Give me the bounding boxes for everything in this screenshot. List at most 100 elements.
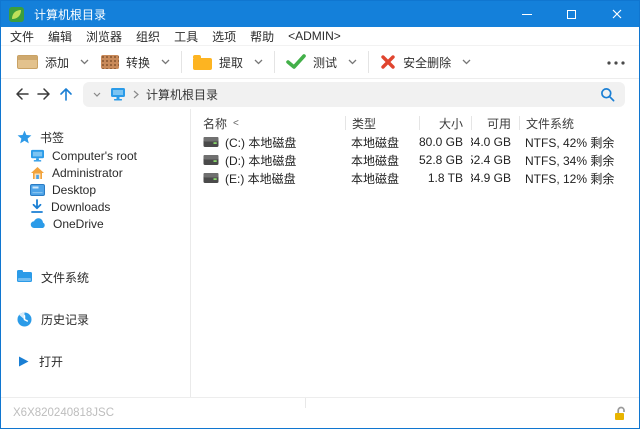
search-icon [600,87,615,102]
convert-box-icon [101,55,119,69]
minimize-icon [522,14,532,15]
add-button[interactable]: 添加 [11,49,95,75]
toolbar: 添加 转换 提取 测试 安全删除 [1,46,639,79]
chevron-down-icon[interactable] [348,59,357,65]
sidebar-item-history[interactable]: 历史记录 [1,310,190,328]
minimize-button[interactable] [504,1,549,27]
sidebar-item-desktop[interactable]: Desktop [1,181,190,198]
convert-button[interactable]: 转换 [95,49,176,75]
menu-bar: 文件 编辑 浏览器 组织 工具 选项 帮助 <ADMIN> [1,27,639,46]
chevron-down-icon[interactable] [80,59,89,65]
breadcrumb-path[interactable]: 计算机根目录 [146,86,218,103]
drive-size: 80.0 GB [419,135,471,149]
window-controls [504,1,639,27]
column-header-filesystem[interactable]: 文件系统 [519,116,639,130]
menu-organize[interactable]: 组织 [136,28,160,45]
star-icon [17,130,32,145]
chevron-down-icon[interactable] [93,92,101,97]
drive-type: 本地磁盘 [345,134,419,151]
add-button-label: 添加 [45,54,69,71]
drive-free: 34.0 GB [471,135,519,149]
drive-filesystem: NTFS, 42% 剩余 [519,134,639,151]
sidebar-item-label: OneDrive [53,217,104,231]
search-button[interactable] [600,87,615,102]
sidebar-item-downloads[interactable]: Downloads [1,198,190,215]
sidebar-bookmarks-label: 书签 [40,129,64,146]
blue-folder-icon [17,272,32,282]
sort-indicator-icon: < [233,118,239,129]
history-clock-icon [17,312,32,327]
back-button[interactable] [11,82,33,106]
sidebar-bookmarks-header[interactable]: 书签 [1,127,190,147]
status-text: X6X820240818JSC [13,407,114,419]
chevron-down-icon[interactable] [161,59,170,65]
up-button[interactable] [55,82,77,106]
drive-free: 52.4 GB [471,153,519,167]
table-row-drive-e[interactable]: (E:) 本地磁盘 本地磁盘 1.8 TB 234.9 GB NTFS, 12%… [197,169,639,187]
drive-name: (E:) 本地磁盘 [225,170,296,187]
download-icon [30,199,44,214]
arrow-right-icon [36,87,52,101]
menu-edit[interactable]: 编辑 [48,28,72,45]
secure-delete-button-label: 安全删除 [403,54,451,71]
archive-add-icon [17,55,38,69]
sidebar: 书签 Computer's root Administrator Desktop [1,109,191,397]
status-bar: X6X820240818JSC [1,397,639,428]
chevron-down-icon[interactable] [462,59,471,65]
monitor-icon [30,149,45,162]
table-row-drive-c[interactable]: (C:) 本地磁盘 本地磁盘 80.0 GB 34.0 GB NTFS, 42%… [197,133,639,151]
main-area: 书签 Computer's root Administrator Desktop [1,109,639,397]
menu-options[interactable]: 选项 [212,28,236,45]
column-header-size[interactable]: 大小 [419,116,471,130]
sidebar-item-label: Desktop [52,183,96,197]
extract-button[interactable]: 提取 [187,49,269,75]
sidebar-item-computers-root[interactable]: Computer's root [1,147,190,164]
drive-filesystem: NTFS, 34% 剩余 [519,152,639,169]
convert-button-label: 转换 [126,54,150,71]
close-button[interactable] [594,1,639,27]
chevron-down-icon[interactable] [254,59,263,65]
menu-tools[interactable]: 工具 [174,28,198,45]
menu-admin-indicator: <ADMIN> [288,29,341,43]
test-button-label: 测试 [313,54,337,71]
drive-filesystem: NTFS, 12% 剩余 [519,170,639,187]
sidebar-item-label: 文件系统 [41,269,89,286]
sidebar-item-filesystem[interactable]: 文件系统 [1,268,190,286]
column-header-type[interactable]: 类型 [345,116,419,130]
extract-folder-icon [193,55,212,70]
drive-name: (C:) 本地磁盘 [225,134,296,151]
toolbar-separator [368,51,369,73]
sidebar-item-label: Downloads [51,200,110,214]
play-icon [17,355,30,368]
column-header-free[interactable]: 可用 [471,116,519,130]
menu-file[interactable]: 文件 [10,28,34,45]
breadcrumb[interactable]: 计算机根目录 [83,82,625,107]
computer-icon[interactable] [110,87,126,101]
forward-button[interactable] [33,82,55,106]
hard-drive-icon [203,136,219,148]
test-button[interactable]: 测试 [280,49,363,75]
ellipsis-icon [607,61,625,65]
navigation-bar: 计算机根目录 [1,79,639,109]
desktop-icon [30,184,45,196]
column-header-name[interactable]: 名称 < [197,116,345,130]
toolbar-separator [274,51,275,73]
chevron-right-icon [133,90,139,99]
sidebar-item-administrator[interactable]: Administrator [1,164,190,181]
sidebar-item-open[interactable]: 打开 [1,352,190,370]
unlocked-padlock-icon[interactable] [613,406,627,421]
window-title: 计算机根目录 [34,6,504,23]
test-check-icon [286,54,306,70]
home-icon [30,166,45,180]
secure-delete-button[interactable]: 安全删除 [374,49,477,75]
close-icon [612,9,622,19]
menu-help[interactable]: 帮助 [250,28,274,45]
sidebar-item-label: Administrator [52,166,123,180]
menu-browser[interactable]: 浏览器 [86,28,122,45]
maximize-button[interactable] [549,1,594,27]
arrow-left-icon [14,87,30,101]
table-row-drive-d[interactable]: (D:) 本地磁盘 本地磁盘 152.8 GB 52.4 GB NTFS, 34… [197,151,639,169]
app-logo-icon[interactable] [9,7,24,22]
sidebar-item-onedrive[interactable]: OneDrive [1,215,190,232]
more-options-button[interactable] [607,57,625,67]
